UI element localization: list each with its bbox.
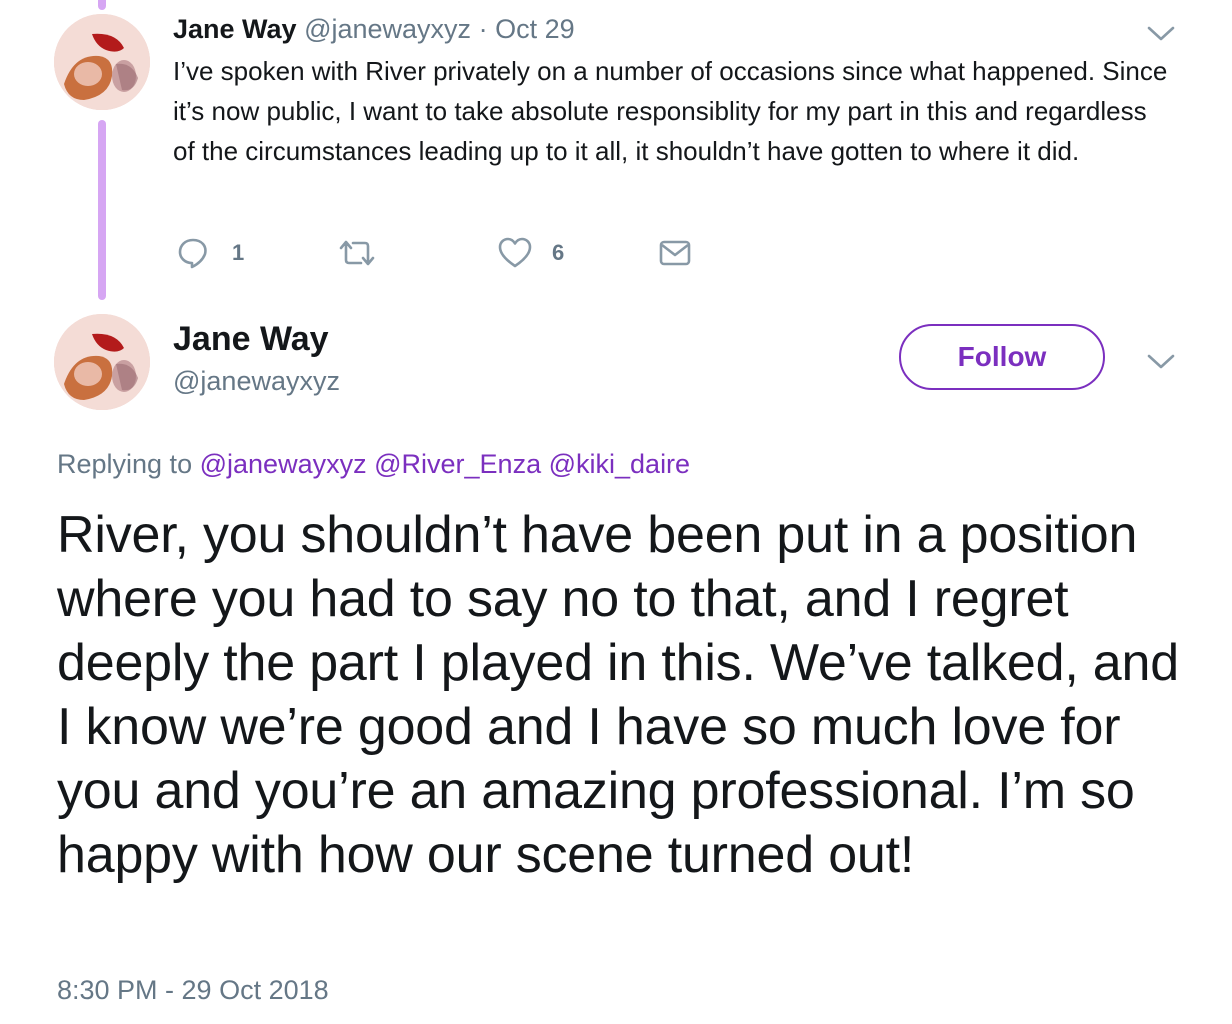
meta-separator: · [478, 14, 488, 44]
author-handle[interactable]: @janewayxyz [173, 366, 340, 397]
chevron-down-icon[interactable] [1146, 24, 1176, 44]
tweet-date[interactable]: Oct 29 [495, 14, 575, 44]
author-handle[interactable]: @janewayxyz [304, 14, 471, 44]
follow-button[interactable]: Follow [899, 324, 1105, 390]
like-icon[interactable] [497, 236, 533, 270]
mention-link[interactable]: @kiki_daire [549, 449, 690, 479]
main-tweet-text: River, you shouldn’t have been put in a … [57, 506, 1179, 884]
author-name[interactable]: Jane Way [173, 14, 297, 44]
avatar[interactable] [54, 14, 150, 110]
mention-link[interactable]: @janewayxyz [200, 449, 367, 479]
thread-line [98, 120, 106, 300]
reply-count: 1 [232, 240, 245, 265]
thread-line-top [98, 0, 106, 10]
like-count: 6 [552, 240, 565, 265]
avatar[interactable] [54, 314, 150, 410]
direct-message-icon[interactable] [658, 238, 692, 272]
retweet-icon[interactable] [337, 236, 377, 270]
reply-icon[interactable] [176, 236, 210, 270]
avatar-image [54, 314, 150, 410]
chevron-down-icon[interactable] [1146, 352, 1176, 372]
tweet-timestamp[interactable]: 8:30 PM - 29 Oct 2018 [57, 975, 329, 1006]
mention-link[interactable]: @River_Enza [374, 449, 541, 479]
replying-prefix: Replying to [57, 449, 193, 479]
parent-tweet-header: Jane Way @janewayxyz · Oct 29 [173, 14, 575, 45]
parent-tweet-text: I’ve spoken with River privately on a nu… [173, 56, 1168, 166]
avatar-image [54, 14, 150, 110]
replying-to: Replying to @janewayxyz @River_Enza @kik… [57, 449, 690, 480]
author-name[interactable]: Jane Way [173, 320, 329, 359]
